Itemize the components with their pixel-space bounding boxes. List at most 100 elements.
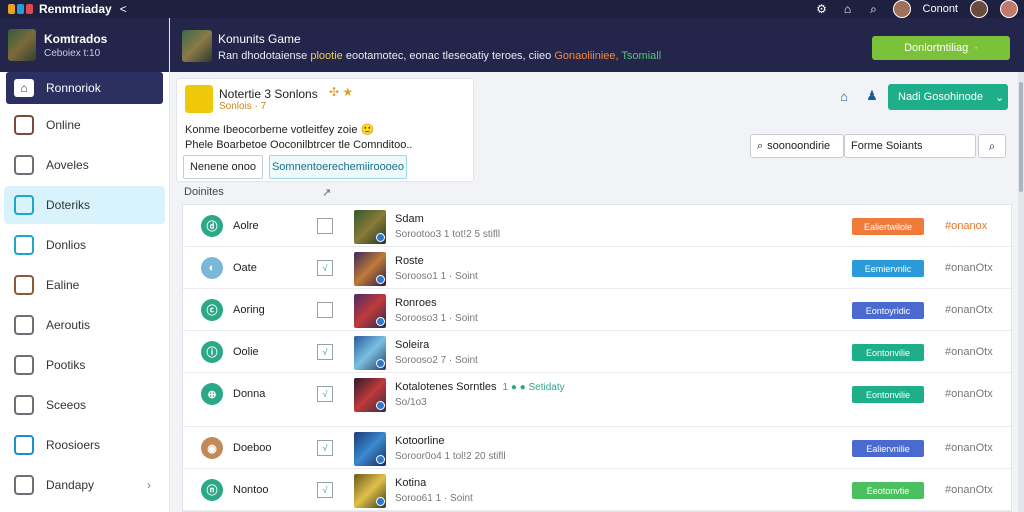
table-row[interactable]: ◐ Oate √ Roste Sorooso1 1 · Soint Eemiervnlic… <box>183 247 1011 289</box>
game-title[interactable]: Kotoorline <box>395 435 451 447</box>
doc-icon <box>14 155 34 175</box>
game-meta: Sorooso3 1 · Soint <box>395 313 478 324</box>
sidebar-item-7[interactable]: Sceeos <box>4 386 165 424</box>
table-row[interactable]: ⓘ Oolie √ Soleira Sorooso2 7 · Soint Eontonvi… <box>183 331 1011 373</box>
row-link[interactable]: #onanOtx <box>945 484 993 496</box>
sidebar-item-6[interactable]: Pootiks <box>4 346 165 384</box>
status-badge[interactable]: Ealiertwilole <box>852 218 924 235</box>
sidebar-item-8[interactable]: Roosioers <box>4 426 165 464</box>
send-icon <box>14 475 34 495</box>
back-arrow-icon[interactable]: < <box>120 2 127 16</box>
game-icon <box>14 275 34 295</box>
user-name[interactable]: Conont <box>923 3 958 15</box>
row-link[interactable]: #onanOtx <box>945 388 993 400</box>
action-dropdown-button[interactable]: Nadi Gosohinode ⌄ <box>888 84 1008 110</box>
profile-primary-button[interactable]: Somnentoerechemiiroooeo <box>269 155 407 179</box>
profile-line-2: Phele Boarbetoe Ooconilbtrcer tle Comndi… <box>185 139 413 151</box>
row-link[interactable]: #onanox <box>945 220 987 232</box>
row-status-icon: ⓓ <box>201 215 223 237</box>
profile-subtitle: Sonlois · 7 <box>219 101 267 112</box>
row-name: Doeboo <box>233 442 272 454</box>
list-icon <box>14 435 34 455</box>
scrollbar-thumb[interactable] <box>1019 82 1023 192</box>
sidebar-item-label: Aeroutis <box>46 318 91 332</box>
game-title[interactable]: Roste <box>395 255 430 267</box>
desc-highlight: Tsomiall <box>618 50 662 62</box>
game-title-text: Soleira <box>395 339 430 351</box>
status-badge[interactable]: Eeotonvtie <box>852 482 924 499</box>
sidebar-item-0[interactable]: Online <box>4 106 165 144</box>
app-logo[interactable] <box>8 4 33 14</box>
sidebar-item-label: Sceeos <box>46 398 87 412</box>
status-badge[interactable]: Eemiervnlic <box>852 260 924 277</box>
sidebar-item-label: Donlios <box>46 238 87 252</box>
game-title[interactable]: Sdam <box>395 213 430 225</box>
row-link[interactable]: #onanOtx <box>945 262 993 274</box>
edit-icon[interactable]: ↗ <box>322 186 331 199</box>
user-avatar[interactable] <box>892 0 911 18</box>
home-notification-icon[interactable]: ⌂ <box>841 2 855 16</box>
download-button[interactable]: Donlortntiliag · <box>872 36 1010 60</box>
desc-part: eootamotec, eonac tleseoatiy teroes, cii… <box>342 50 555 62</box>
friend-avatar-1[interactable] <box>970 0 988 18</box>
profile-avatar[interactable] <box>185 85 213 113</box>
game-title[interactable]: Kotina <box>395 477 432 489</box>
row-link[interactable]: #onanOtx <box>945 346 993 358</box>
sidebar-item-home[interactable]: ⌂ Ronnoriok <box>6 72 163 104</box>
search-button-icon[interactable]: ⌕ <box>978 134 1006 158</box>
sidebar-item-4[interactable]: Ealine <box>4 266 165 304</box>
download-dropdown-icon[interactable]: · <box>974 42 978 54</box>
chevron-right-icon[interactable]: › <box>147 478 151 492</box>
status-badge[interactable]: Ealiervnilie <box>852 440 924 457</box>
row-status-icon: ◐ <box>201 257 223 279</box>
game-title[interactable]: Kotalotenes Sorntles 1 ● ● Setidaty <box>395 381 565 393</box>
status-badge[interactable]: Eontoyridic <box>852 302 924 319</box>
game-title-text: Sdam <box>395 213 424 225</box>
sidebar-item-label: Pootiks <box>46 358 86 372</box>
game-title[interactable]: Soleira <box>395 339 435 351</box>
profile-card: Notertie 3 Sonlons ✣ ★ Sonlois · 7 Konme… <box>176 78 474 182</box>
row-checkbox[interactable]: √ <box>317 344 333 360</box>
row-checkbox[interactable] <box>317 302 333 318</box>
row-link[interactable]: #onanOtx <box>945 304 993 316</box>
games-table: ⓓ Aolre Sdam Sorootoo3 1 tot!2 5 stifll Eali… <box>182 204 1012 512</box>
row-status-icon: ⓘ <box>201 341 223 363</box>
status-badge[interactable]: Eontonvilie <box>852 386 924 403</box>
search-icon[interactable]: ⌕ <box>867 2 881 16</box>
sidebar-item-5[interactable]: Aeroutis <box>4 306 165 344</box>
sidebar-item-3[interactable]: Donlios <box>4 226 165 264</box>
sidebar-item-2[interactable]: Doteriks <box>4 186 165 224</box>
home-shortcut-icon[interactable]: ⌂ <box>836 88 852 104</box>
profile-secondary-button[interactable]: Nenene onoo <box>183 155 263 179</box>
gear-icon[interactable]: ⚙ <box>815 2 829 16</box>
table-row[interactable]: ⓒ Aoring Ronroes Sorooso3 1 · Soint Eontoyri… <box>183 289 1011 331</box>
row-checkbox[interactable]: √ <box>317 386 333 402</box>
row-link[interactable]: #onanOtx <box>945 442 993 454</box>
filter-input[interactable]: Forme Soiants <box>844 134 976 158</box>
sidebar-item-9[interactable]: Dandapy › <box>4 466 165 504</box>
platform-badge-icon <box>376 455 385 464</box>
desc-highlight: Gonaoliiniee, <box>554 50 619 62</box>
row-checkbox[interactable]: √ <box>317 260 333 276</box>
game-thumbnail[interactable] <box>8 29 36 61</box>
scrollbar[interactable] <box>1018 72 1024 512</box>
row-checkbox[interactable] <box>317 218 333 234</box>
table-row[interactable]: ⓓ Aolre Sdam Sorootoo3 1 tot!2 5 stifll Eali… <box>183 205 1011 247</box>
sidebar-item-1[interactable]: Aoveles <box>4 146 165 184</box>
doc-icon <box>14 395 34 415</box>
friend-avatar-2[interactable] <box>1000 0 1018 18</box>
game-meta: Sorooso1 1 · Soint <box>395 271 478 282</box>
platform-badge-icon <box>376 275 385 284</box>
toggle-icon <box>14 195 34 215</box>
game-title[interactable]: Ronroes <box>395 297 443 309</box>
search-input[interactable]: ⌕ soonoondirie <box>750 134 844 158</box>
row-status-icon: ⓝ <box>201 479 223 501</box>
table-row[interactable]: ⓝ Nontoo √ Kotina Soroo61 1 · Soint Eeotonvti… <box>183 469 1011 511</box>
user-shortcut-icon[interactable]: ♟ <box>864 88 880 104</box>
table-row[interactable]: ◉ Doeboo √ Kotoorline Soroor0o4 1 tol!2 20 s… <box>183 427 1011 469</box>
row-checkbox[interactable]: √ <box>317 482 333 498</box>
row-checkbox[interactable]: √ <box>317 440 333 456</box>
top-bar: Renmtriaday < ⚙ ⌂ ⌕ Conont <box>0 0 1024 18</box>
status-badge[interactable]: Eontonvilie <box>852 344 924 361</box>
table-row[interactable]: ⊕ Donna √ Kotalotenes Sorntles 1 ● ● Setidat… <box>183 373 1011 427</box>
